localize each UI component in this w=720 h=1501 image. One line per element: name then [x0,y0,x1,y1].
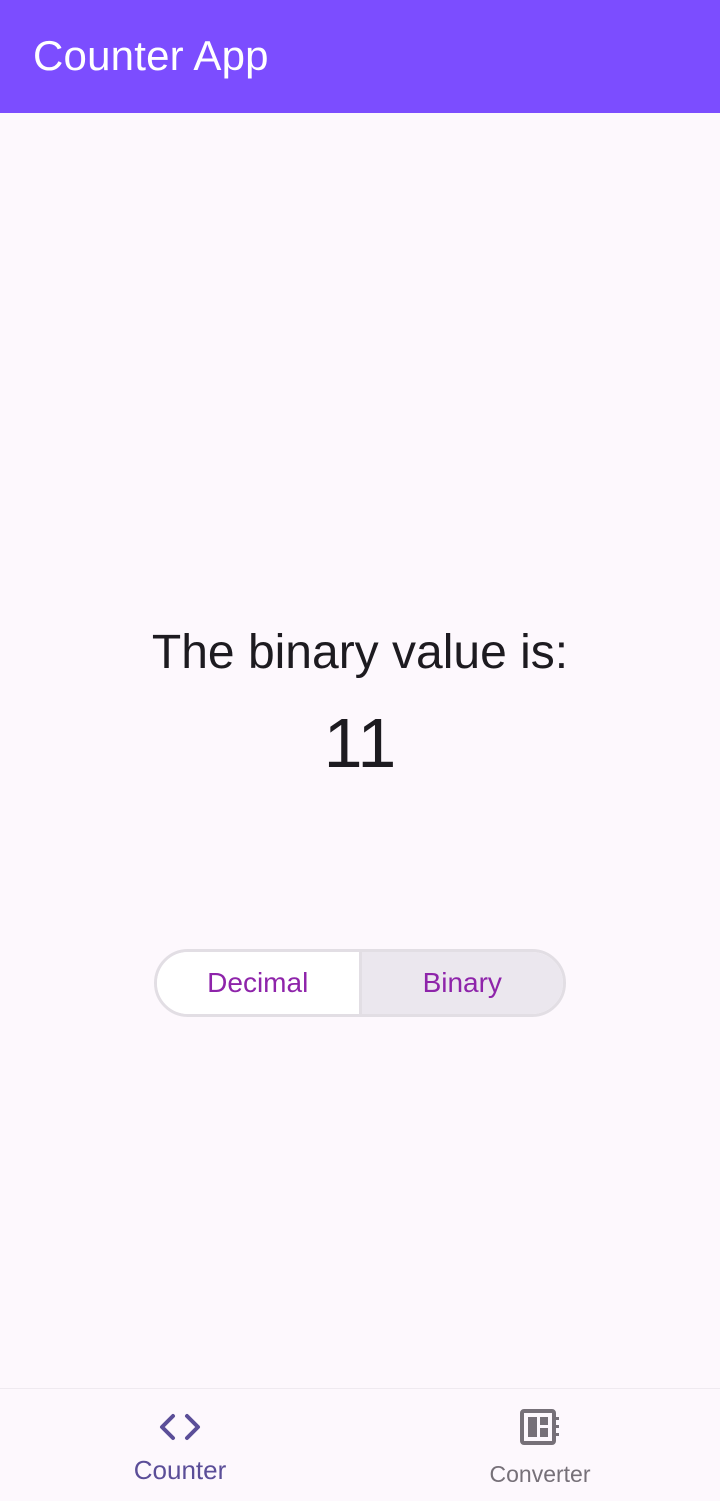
decimal-option[interactable]: Decimal [157,952,362,1014]
binary-option[interactable]: Binary [361,952,563,1014]
value-display: 11 [323,704,397,782]
code-icon [158,1407,202,1447]
bottom-navigation: Counter Converter [0,1388,720,1500]
nav-label-counter: Counter [133,1455,227,1485]
app-title: Counter App [33,32,269,79]
app-bar: Counter App [0,0,720,113]
main-content: The binary value is: 11 Decimal Binary [0,113,720,1388]
nav-item-converter[interactable]: Converter [360,1389,720,1501]
value-label: The binary value is: [151,626,569,679]
number-format-toggle: Decimal Binary [154,949,566,1017]
dashboard-icon [518,1407,562,1447]
nav-item-counter[interactable]: Counter [0,1389,360,1501]
nav-label-converter: Converter [489,1461,591,1487]
